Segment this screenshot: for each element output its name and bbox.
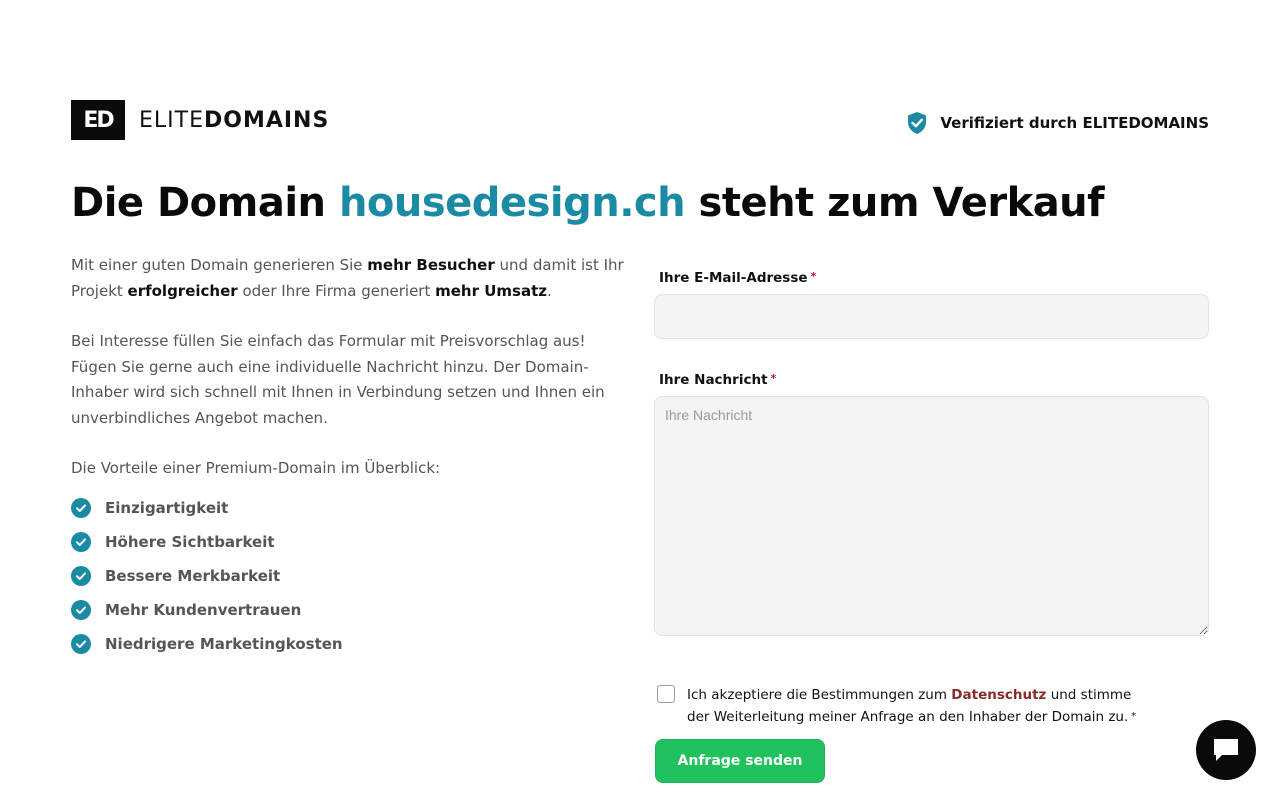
brand-logo[interactable]: ED ELITEDOMAINS (71, 100, 329, 140)
logo-text-light: ELITE (139, 107, 204, 133)
benefit-item: Höhere Sichtbarkeit (71, 525, 631, 559)
benefit-item: Einzigartigkeit (71, 491, 631, 525)
check-circle-icon (71, 498, 91, 518)
intro-highlight: mehr Umsatz (435, 281, 547, 300)
intro-text: Mit einer guten Domain generieren Sie (71, 256, 368, 274)
intro-paragraph-2: Bei Interesse füllen Sie einfach das For… (71, 332, 605, 427)
logo-text-bold: DOMAINS (203, 107, 330, 133)
check-circle-icon (71, 600, 91, 620)
email-label: Ihre E-Mail-Adresse * (659, 270, 1209, 286)
title-suffix: steht zum Verkauf (685, 180, 1105, 226)
logo-text: ELITEDOMAINS (139, 108, 329, 133)
verified-badge: Verifiziert durch ELITEDOMAINS (906, 111, 1209, 135)
page: ED ELITEDOMAINS Verifiziert durch ELITED… (0, 0, 1280, 800)
benefits-list: Einzigartigkeit Höhere Sichtbarkeit Bess… (71, 491, 631, 661)
benefit-label: Bessere Merkbarkeit (105, 567, 281, 585)
message-field[interactable] (654, 396, 1209, 636)
check-circle-icon (71, 532, 91, 552)
intro-highlight: mehr Besucher (367, 256, 495, 274)
logo-mark: ED (71, 100, 125, 140)
email-label-text: Ihre E-Mail-Adresse (659, 270, 808, 286)
benefits-intro: Die Vorteile einer Premium-Domain im Übe… (71, 459, 441, 477)
benefit-label: Höhere Sichtbarkeit (105, 533, 275, 551)
required-mark: * (770, 372, 777, 385)
intro-text: . (547, 281, 552, 300)
benefit-label: Mehr Kundenvertrauen (105, 601, 302, 619)
benefit-item: Niedrigere Marketingkosten (71, 627, 631, 661)
privacy-link[interactable]: Datenschutz (951, 687, 1046, 703)
submit-button[interactable]: Anfrage senden (655, 739, 825, 783)
benefit-item: Mehr Kundenvertrauen (71, 593, 631, 627)
consent-text-part: Ich akzeptiere die Bestimmungen zum (687, 687, 952, 703)
chat-button[interactable] (1196, 720, 1256, 780)
privacy-consent: Ich akzeptiere die Bestimmungen zum Date… (657, 684, 1157, 728)
intro-paragraph-1: Mit einer guten Domain generieren Sie me… (71, 253, 631, 304)
verified-text: Verifiziert durch ELITEDOMAINS (940, 114, 1209, 132)
required-mark: * (1131, 711, 1137, 722)
privacy-checkbox[interactable] (657, 685, 675, 703)
inquiry-form: Ihre E-Mail-Adresse * Ihre Nachricht * (654, 270, 1209, 640)
intro-column: Mit einer guten Domain generieren Sie me… (71, 253, 631, 661)
benefit-label: Niedrigere Marketingkosten (105, 635, 343, 653)
message-label: Ihre Nachricht * (659, 372, 1209, 388)
message-label-text: Ihre Nachricht (659, 372, 768, 388)
check-circle-icon (71, 566, 91, 586)
required-mark: * (810, 270, 817, 283)
email-field[interactable] (654, 294, 1209, 339)
title-prefix: Die Domain (71, 180, 339, 226)
title-domain: housedesign.ch (338, 180, 686, 226)
check-circle-icon (71, 634, 91, 654)
benefit-item: Bessere Merkbarkeit (71, 559, 631, 593)
shield-check-icon (908, 112, 927, 134)
page-title: Die Domain housedesign.ch steht zum Verk… (71, 180, 1105, 226)
intro-text: oder Ihre Firma generiert (237, 281, 436, 300)
intro-highlight: erfolgreicher (127, 281, 238, 300)
consent-text: Ich akzeptiere die Bestimmungen zum Date… (687, 684, 1157, 728)
benefit-label: Einzigartigkeit (105, 499, 229, 517)
chat-bubble-icon (1214, 739, 1238, 761)
